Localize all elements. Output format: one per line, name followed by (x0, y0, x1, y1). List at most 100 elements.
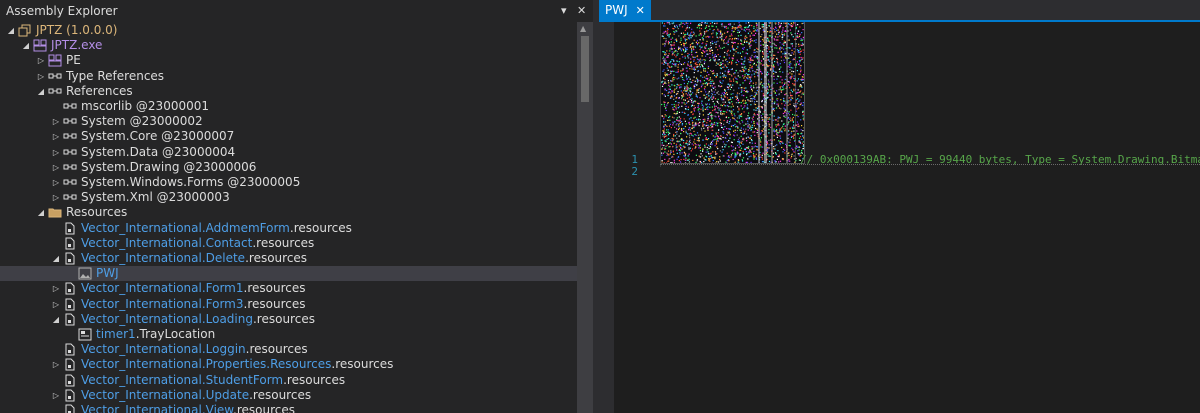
panel-close-icon[interactable]: ✕ (577, 0, 586, 22)
tree-node-label: JPTZ (1.0.0.0) (36, 23, 118, 38)
tree-node-label: Vector_International.Update.resources (81, 388, 311, 403)
tree-node-text: Vector_International.Form3 (81, 296, 244, 311)
tree-node-label: System.Drawing @23000006 (81, 160, 256, 175)
collapsed-arrow-icon[interactable]: ▷ (51, 114, 61, 129)
tree-node-text: @23000004 (158, 144, 236, 159)
expanded-arrow-icon[interactable]: ◢ (36, 205, 46, 220)
collapsed-arrow-icon[interactable]: ▷ (36, 69, 46, 84)
collapsed-arrow-icon[interactable]: ▷ (51, 190, 61, 205)
tree-node-text: Vector_International.View (81, 403, 234, 413)
tree-node-label: System.Xml @23000003 (81, 190, 230, 205)
tree-node[interactable]: Vector_International.Loggin.resources (0, 342, 577, 357)
tree-node-text: Vector_International.Delete (81, 251, 246, 265)
reference-icon (63, 100, 77, 113)
panel-title: Assembly Explorer (6, 4, 118, 18)
panel-dropdown-icon[interactable]: ▾ (561, 0, 567, 22)
tree-node[interactable]: ◢ Vector_International.Delete.resources (0, 251, 577, 266)
tree-node-text: System.Xml (81, 190, 153, 205)
collapsed-arrow-icon[interactable]: ▷ (51, 281, 61, 296)
resource-file-icon (63, 313, 77, 326)
collapsed-arrow-icon[interactable]: ▷ (51, 388, 61, 403)
gutter-divider (660, 22, 661, 167)
expanded-arrow-icon[interactable]: ◢ (6, 23, 16, 38)
resource-file-icon (63, 252, 77, 265)
tab-pwj[interactable]: PWJ ✕ (599, 0, 651, 20)
tree-node[interactable]: Vector_International.AddmemForm.resource… (0, 221, 577, 236)
assembly-icon (18, 24, 32, 37)
tree-node[interactable]: mscorlib @23000001 (0, 99, 577, 114)
tree-scrollbar[interactable]: ▲ (577, 22, 593, 413)
tree-node[interactable]: ▷ System.Drawing @23000006 (0, 160, 577, 175)
code-area[interactable]: 1 2 // 0x000139AB: PWJ = 99440 bytes, Ty… (614, 22, 1200, 413)
tree-node-text: .TrayLocation (135, 327, 216, 341)
tree-node-label: Resources (66, 205, 127, 220)
expanded-arrow-icon[interactable]: ◢ (51, 312, 61, 327)
collapsed-arrow-icon[interactable]: ▷ (51, 357, 61, 372)
assembly-explorer-panel: Assembly Explorer ▾ ✕ ◢ JPTZ (1.0.0.0) ◢ JP… (0, 0, 593, 413)
tree-node-text: .resources (252, 235, 315, 250)
scroll-up-icon[interactable]: ▲ (580, 24, 586, 33)
tree-node[interactable]: ▷ System.Core @23000007 (0, 129, 577, 144)
tree-node-label: System.Windows.Forms @23000005 (81, 175, 300, 190)
tree-node[interactable]: ◢ References (0, 84, 577, 99)
collapsed-arrow-icon[interactable]: ▷ (51, 129, 61, 144)
tree-node-text: Resources (66, 205, 128, 220)
tree-node[interactable]: ▷ Type References (0, 69, 577, 84)
tree-node-label: System @23000002 (81, 114, 203, 129)
tree-node[interactable]: ▷ System.Windows.Forms @23000005 (0, 175, 577, 190)
tree-node-text: .resources (233, 403, 295, 413)
tree-node-label: System.Data @23000004 (81, 145, 235, 160)
tree-node[interactable]: ◢ Resources (0, 205, 577, 220)
tree-node[interactable]: Vector_International.StudentForm.resourc… (0, 373, 577, 388)
bitmap-image (661, 22, 804, 163)
expanded-arrow-icon[interactable]: ◢ (36, 84, 46, 99)
tree-node-text: .resources (243, 281, 306, 296)
tree-node[interactable]: ◢ JPTZ.exe (0, 38, 577, 53)
image-icon (78, 267, 92, 280)
collapsed-arrow-icon[interactable]: ▷ (51, 160, 61, 175)
tree-node[interactable]: Vector_International.Contact.resources (0, 236, 577, 251)
tree-node-text: .resources (252, 311, 315, 326)
tree-node[interactable]: ◢ JPTZ (1.0.0.0) (0, 23, 577, 38)
resource-file-icon (63, 358, 77, 371)
tree-node-label: Vector_International.Delete.resources (81, 251, 307, 266)
tree-node[interactable]: Vector_International.View.resources (0, 403, 577, 413)
collapsed-arrow-icon[interactable]: ▷ (51, 297, 61, 312)
folder-icon (48, 206, 62, 219)
tree-node[interactable]: PWJ (0, 266, 577, 282)
tree-node-text: @23000007 (157, 129, 235, 144)
tree-node[interactable]: ▷ Vector_International.Update.resources (0, 388, 577, 403)
tree-node-text: System.Drawing (81, 159, 180, 174)
tree-node[interactable]: timer1.TrayLocation (0, 327, 577, 342)
collapsed-arrow-icon[interactable]: ▷ (51, 145, 61, 160)
tree-node-text: PE (66, 53, 81, 68)
editor-panel: PWJ ✕ 1 2 // 0x000139AB: PWJ = 99440 byte… (599, 0, 1200, 413)
tree-node[interactable]: ◢ Vector_International.Loading.resources (0, 312, 577, 327)
tree-node-text: @23000003 (152, 190, 230, 205)
tree-node-label: Vector_International.StudentForm.resourc… (81, 373, 345, 388)
scrollbar-thumb[interactable] (581, 36, 589, 102)
collapsed-arrow-icon[interactable]: ▷ (51, 175, 61, 190)
editor-margin (599, 22, 614, 413)
reference-icon (63, 191, 77, 204)
tree-node-text: .resources (245, 251, 308, 265)
tree-node[interactable]: ▷ System.Data @23000004 (0, 145, 577, 160)
tree-node[interactable]: ▷ Vector_International.Form1.resources (0, 281, 577, 296)
reference-icon (63, 176, 77, 189)
tree-node-label: timer1.TrayLocation (96, 327, 215, 342)
bitmap-preview (660, 22, 805, 164)
tree-node-text: PWJ (96, 266, 119, 281)
expanded-arrow-icon[interactable]: ◢ (21, 38, 31, 53)
tree-node[interactable]: ▷ Vector_International.Form3.resources (0, 297, 577, 312)
tree-node[interactable]: ▷ System @23000002 (0, 114, 577, 129)
tree-node[interactable]: ▷ System.Xml @23000003 (0, 190, 577, 205)
tree-node[interactable]: ▷ Vector_International.Properties.Resourc… (0, 357, 577, 372)
expanded-arrow-icon[interactable]: ◢ (51, 251, 61, 266)
tree-node-text: Vector_International.Update (81, 387, 250, 402)
tree-node-label: Vector_International.Form1.resources (81, 281, 305, 296)
tree-node[interactable]: ▷ PE (0, 53, 577, 68)
tree-node-label: Vector_International.Loading.resources (81, 312, 315, 327)
tab-close-icon[interactable]: ✕ (636, 4, 645, 17)
collapsed-arrow-icon[interactable]: ▷ (36, 53, 46, 68)
editor-tab-bar: PWJ ✕ (599, 0, 1200, 22)
